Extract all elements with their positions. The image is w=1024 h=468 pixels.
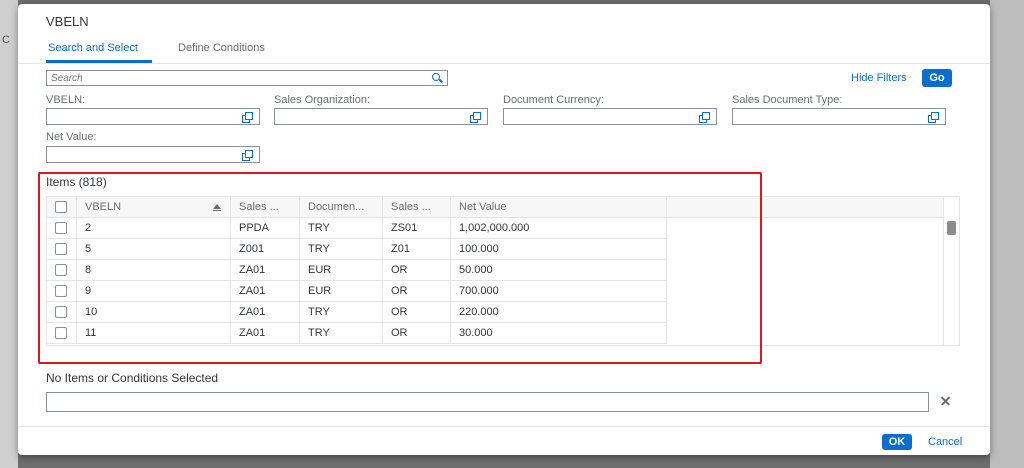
cancel-button[interactable]: Cancel bbox=[928, 436, 962, 448]
background-page-right bbox=[990, 0, 1024, 468]
filter-input-net-value[interactable] bbox=[46, 146, 260, 163]
tab-bar: Search and Select Define Conditions bbox=[18, 34, 990, 64]
value-help-icon[interactable] bbox=[242, 112, 253, 123]
search-input[interactable] bbox=[51, 72, 432, 84]
filter-label-sales-organization: Sales Organization: bbox=[274, 94, 370, 106]
dialog-footer: OK Cancel bbox=[18, 426, 990, 455]
scrollbar-thumb[interactable] bbox=[947, 221, 956, 235]
filter-input-sales-organization[interactable] bbox=[274, 108, 488, 125]
filter-label-sales-document-type: Sales Document Type: bbox=[732, 94, 843, 106]
tab-define-conditions[interactable]: Define Conditions bbox=[178, 42, 265, 54]
filter-input-sales-document-type[interactable] bbox=[732, 108, 946, 125]
filter-label-vbeln: VBELN: bbox=[46, 94, 86, 106]
highlight-annotation-box bbox=[38, 172, 762, 364]
active-tab-indicator bbox=[46, 60, 152, 63]
value-help-icon[interactable] bbox=[928, 112, 939, 123]
search-icon[interactable] bbox=[431, 72, 443, 84]
clear-icon[interactable] bbox=[940, 395, 952, 407]
background-page: C bbox=[0, 0, 18, 468]
hide-filters-button[interactable]: Hide Filters bbox=[851, 72, 907, 84]
selected-tokens-field[interactable] bbox=[46, 392, 929, 412]
value-help-dialog: VBELN Search and Select Define Condition… bbox=[18, 4, 990, 455]
selected-items-title: No Items or Conditions Selected bbox=[46, 371, 219, 385]
filter-label-net-value: Net Value: bbox=[46, 131, 97, 143]
value-help-icon[interactable] bbox=[242, 150, 253, 161]
search-field[interactable] bbox=[46, 70, 448, 86]
value-help-icon[interactable] bbox=[699, 112, 710, 123]
filter-input-vbeln[interactable] bbox=[46, 108, 260, 125]
dialog-title: VBELN bbox=[46, 14, 89, 29]
go-button[interactable]: Go bbox=[922, 69, 952, 87]
filter-label-document-currency: Document Currency: bbox=[503, 94, 604, 106]
tab-search-and-select[interactable]: Search and Select bbox=[48, 42, 138, 54]
filter-input-document-currency[interactable] bbox=[503, 108, 717, 125]
value-help-icon[interactable] bbox=[470, 112, 481, 123]
ok-button[interactable]: OK bbox=[882, 434, 912, 450]
background-text-fragment: C bbox=[2, 34, 10, 46]
table-scrollbar[interactable] bbox=[943, 197, 959, 345]
